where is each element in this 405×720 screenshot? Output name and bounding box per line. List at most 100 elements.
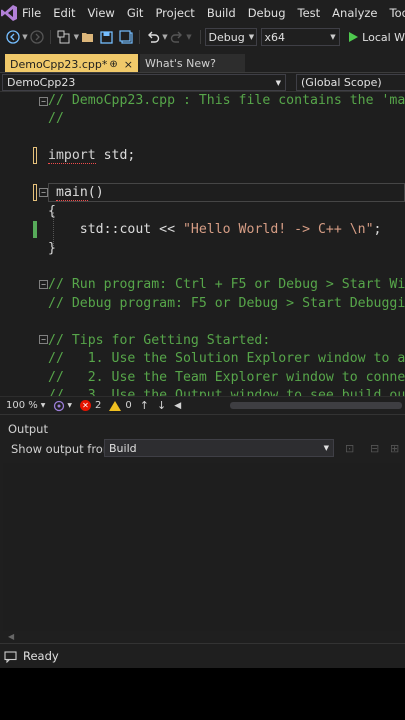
toolbar-separator <box>199 30 201 44</box>
warning-icon <box>109 400 122 411</box>
chevron-down-icon: ▼ <box>40 402 46 409</box>
toolbar-separator <box>138 30 140 44</box>
code-line-7: { <box>48 204 56 219</box>
status-text: Ready <box>23 649 59 663</box>
horizontal-scrollbar[interactable] <box>230 402 402 409</box>
collapse-icon[interactable]: − <box>39 97 48 106</box>
menu-git[interactable]: Git <box>123 6 152 20</box>
code-line-16: // 2. Use the Team Explorer window to co… <box>48 370 405 385</box>
menu-bar: File Edit View Git Project Build Debug T… <box>0 0 405 26</box>
menu-tools[interactable]: Tools <box>386 6 405 20</box>
next-issue-icon[interactable]: ↓ <box>157 399 166 412</box>
code-line-1: // DemoCpp23.cpp : This file contains th… <box>48 93 405 108</box>
menu-view[interactable]: View <box>84 6 123 20</box>
undo-icon[interactable] <box>146 29 161 45</box>
error-count: 2 <box>95 400 102 411</box>
word-wrap-icon[interactable]: ⊞ <box>390 442 399 455</box>
new-project-icon[interactable] <box>57 29 72 45</box>
output-toolbar: Show output from: Build ▼ ⊡ ⊟ ⊞ <box>0 439 405 459</box>
configuration-dropdown[interactable]: Debug ▼ <box>204 28 257 46</box>
back-icon[interactable] <box>6 29 21 45</box>
menu-file[interactable]: File <box>18 6 49 20</box>
save-all-icon[interactable] <box>118 29 133 45</box>
warning-count-button[interactable]: 0 <box>109 400 132 411</box>
tab-label: DemoCpp23.cpp* <box>10 57 108 71</box>
error-count-button[interactable]: ✕ 2 <box>80 400 101 411</box>
collapse-icon[interactable]: − <box>39 335 48 344</box>
menu-project[interactable]: Project <box>151 6 202 20</box>
project-name: DemoCpp23 <box>7 76 76 89</box>
undo-dropdown-icon[interactable]: ▼ <box>162 33 167 41</box>
run-button-label[interactable]: Local W <box>362 31 405 44</box>
saved-change-marker <box>33 184 37 201</box>
function-parens: () <box>87 185 104 200</box>
platform-value: x64 <box>264 30 286 44</box>
collapse-icon[interactable]: − <box>39 188 48 197</box>
output-panel: Output Show output from: Build ▼ ⊡ ⊟ ⊞ ◀ <box>0 414 405 643</box>
editor-status-bar: 100 % ▼ ▼ ✕ 2 0 ↑ ↓ ◀ <box>0 396 405 414</box>
previous-issue-icon[interactable]: ↑ <box>140 399 149 412</box>
toolbar: ▼ ▼ ▼ ▼ Debug ▼ x64 ▼ Local W <box>0 26 405 48</box>
unsaved-change-marker <box>33 221 37 238</box>
configuration-value: Debug <box>208 30 245 44</box>
pin-icon[interactable]: ⊕ <box>109 59 117 70</box>
platform-dropdown[interactable]: x64 ▼ <box>260 28 340 46</box>
show-output-from-label: Show output from: <box>11 442 118 456</box>
zoom-dropdown[interactable]: 100 % ▼ <box>6 400 45 411</box>
tab-democpp23[interactable]: DemoCpp23.cpp* ⊕ × <box>5 54 138 72</box>
output-text-area[interactable] <box>3 463 402 631</box>
output-source-dropdown[interactable]: Build ▼ <box>104 439 334 457</box>
forward-icon[interactable] <box>30 29 45 45</box>
redo-dropdown-icon[interactable]: ▼ <box>186 33 191 41</box>
notification-icon[interactable] <box>4 650 17 663</box>
output-horizontal-scrollbar[interactable]: ◀ <box>0 631 405 643</box>
chevron-down-icon: ▼ <box>275 78 281 87</box>
clear-all-icon[interactable]: ⊟ <box>370 442 379 455</box>
code-line-9: } <box>48 241 56 256</box>
code-area[interactable]: − − − − // DemoCpp23.cpp : This file con… <box>0 92 405 396</box>
menu-debug[interactable]: Debug <box>244 6 294 20</box>
back-dropdown-icon[interactable]: ▼ <box>22 33 27 41</box>
copilot-icon[interactable]: ▼ <box>53 400 72 412</box>
chevron-down-icon: ▼ <box>323 444 329 452</box>
redo-icon[interactable] <box>170 29 185 45</box>
scope-dropdown[interactable]: (Global Scope) <box>296 74 405 91</box>
code-editor[interactable]: − − − − // DemoCpp23.cpp : This file con… <box>0 92 405 396</box>
code-line-11: // Run program: Ctrl + F5 or Debug > Sta… <box>48 277 405 292</box>
error-icon: ✕ <box>80 400 92 411</box>
function-name: main <box>56 185 88 201</box>
code-line-4: import std; <box>48 147 135 165</box>
open-folder-icon[interactable] <box>81 29 96 45</box>
code-line-14: // Tips for Getting Started: <box>48 333 271 348</box>
new-dropdown-icon[interactable]: ▼ <box>74 33 79 41</box>
close-icon[interactable]: × <box>124 58 133 71</box>
menu-build[interactable]: Build <box>203 6 244 20</box>
save-icon[interactable] <box>100 29 115 45</box>
output-panel-title: Output <box>8 422 48 436</box>
code-line-6: main() <box>56 184 104 202</box>
chevron-down-icon: ▼ <box>330 33 336 41</box>
visual-studio-logo-icon[interactable] <box>0 0 18 26</box>
scroll-left-icon[interactable]: ◀ <box>174 401 181 411</box>
tab-label: What's New? <box>145 56 216 70</box>
project-dropdown[interactable]: DemoCpp23 ▼ <box>2 74 286 91</box>
play-icon[interactable] <box>346 29 361 45</box>
semicolon: ; <box>373 222 382 237</box>
warning-count: 0 <box>125 400 132 411</box>
scope-name: (Global Scope) <box>301 76 382 89</box>
toolbar-separator <box>50 30 52 44</box>
scroll-left-icon[interactable]: ◀ <box>8 632 14 641</box>
string-literal: "Hello World! -> C++ \n" <box>182 222 374 237</box>
cout-expression: std::cout << <box>48 222 183 237</box>
import-keyword: import <box>48 148 96 164</box>
find-message-icon[interactable]: ⊡ <box>345 442 354 455</box>
menu-test[interactable]: Test <box>294 6 329 20</box>
collapse-icon[interactable]: − <box>39 280 48 289</box>
menu-edit[interactable]: Edit <box>49 6 83 20</box>
code-line-2: // <box>48 111 64 126</box>
status-bar: Ready <box>0 643 405 668</box>
zoom-level: 100 % <box>6 400 38 411</box>
menu-analyze[interactable]: Analyze <box>328 6 385 20</box>
tab-whats-new[interactable]: What's New? <box>140 54 245 72</box>
saved-change-marker <box>33 147 37 164</box>
